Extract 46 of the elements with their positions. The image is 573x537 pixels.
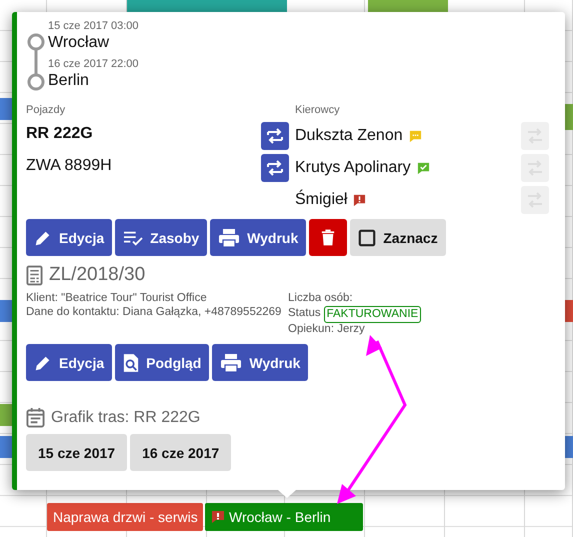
pencil-icon xyxy=(34,228,52,246)
stop-city: Wrocław xyxy=(48,33,110,53)
day-button[interactable]: 15 cze 2017 xyxy=(26,434,128,471)
swap-icon xyxy=(265,126,285,146)
guardian-text: Opiekun: Jerzy xyxy=(288,322,366,336)
swap-icon xyxy=(265,158,285,178)
printer-icon xyxy=(218,228,240,248)
stop-time: 15 cze 2017 03:00 xyxy=(48,20,139,33)
printer-icon xyxy=(220,352,242,372)
status-label: Status xyxy=(288,307,321,321)
resources-button[interactable]: Zasoby xyxy=(115,219,208,256)
day-button[interactable]: 16 cze 2017 xyxy=(130,434,232,471)
section-label: Kierowcy xyxy=(295,104,341,118)
driver-name: Dukszta Zenon xyxy=(295,127,403,145)
calendar-event[interactable]: Wrocław - Berlin xyxy=(205,503,363,531)
pencil-icon xyxy=(34,354,52,372)
document-search-icon xyxy=(123,352,140,372)
edit-button[interactable]: Edycja xyxy=(26,344,112,381)
calendar-icon xyxy=(26,407,45,428)
event-title: Wrocław - Berlin xyxy=(229,509,331,525)
schedule-title: Grafik tras: RR 222G xyxy=(51,408,200,426)
people-count-label: Liczba osób: xyxy=(288,292,354,306)
preview-button[interactable]: Podgląd xyxy=(115,344,210,381)
checklist-icon xyxy=(123,228,144,246)
calendar-event[interactable]: Naprawa drzwi - serwis xyxy=(47,503,203,531)
swap-button[interactable] xyxy=(261,154,289,182)
delete-button[interactable] xyxy=(309,219,348,256)
document-icon xyxy=(26,264,43,286)
client-text: Klient: "Beatrice Tour" Tourist Office xyxy=(26,292,208,306)
print-button[interactable]: Wydruk xyxy=(210,219,306,256)
contact-text: Dane do kontaktu: Diana Gałązka, +48789552269 xyxy=(26,306,282,319)
event-title: Naprawa drzwi - serwis xyxy=(53,509,198,525)
print-button[interactable]: Wydruk xyxy=(212,344,308,381)
trash-icon xyxy=(321,229,336,246)
swap-button[interactable] xyxy=(261,122,289,150)
status-tag: FAKTUROWANIE xyxy=(324,306,422,322)
select-button[interactable]: Zaznacz xyxy=(350,219,446,256)
vehicle-plate: ZWA 8899H xyxy=(26,156,113,176)
order-number: ZL/2018/30 xyxy=(49,264,146,286)
driver-name: Krutys Apolinary xyxy=(295,159,411,177)
vehicle-plate: RR 222G xyxy=(26,124,94,144)
driver-name: Śmigieł xyxy=(295,191,348,209)
stop-time: 16 cze 2017 22:00 xyxy=(48,58,139,71)
stop-city: Berlin xyxy=(48,71,90,91)
section-label: Pojazdy xyxy=(26,104,66,118)
edit-button[interactable]: Edycja xyxy=(26,219,112,256)
